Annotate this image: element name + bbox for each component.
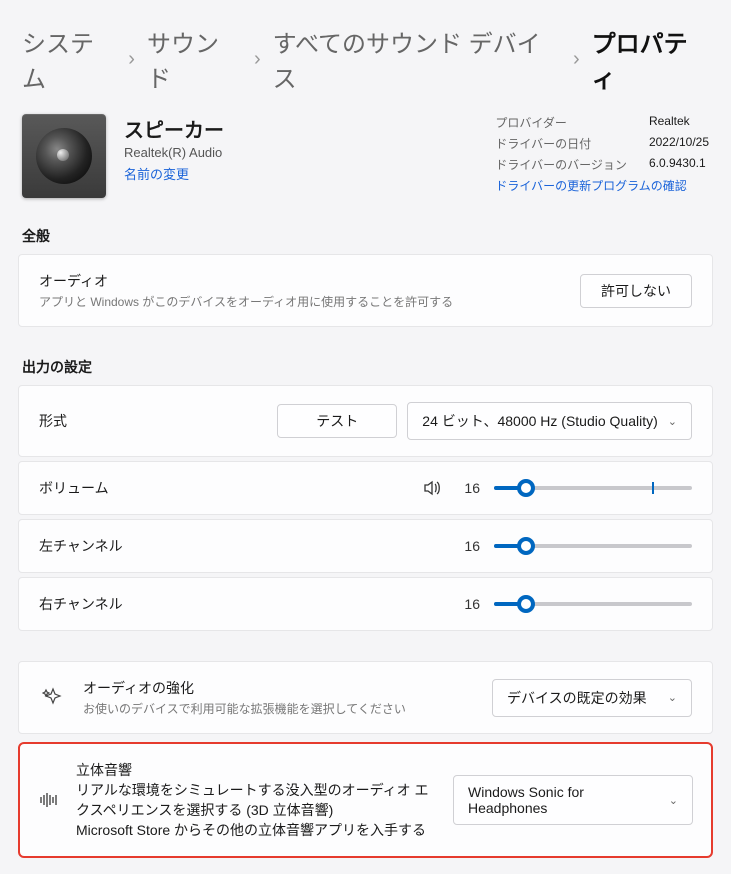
format-dropdown[interactable]: 24 ビット、48000 Hz (Studio Quality) ⌄ bbox=[407, 402, 692, 440]
spatial-dropdown[interactable]: Windows Sonic for Headphones ⌄ bbox=[453, 775, 693, 825]
spatial-store-link[interactable]: Microsoft Store からその他の立体音響アプリを入手する bbox=[76, 822, 426, 838]
spatial-desc: リアルな環境をシミュレートする没入型のオーディオ エクスペリエンスを選択する (… bbox=[76, 780, 437, 820]
chevron-down-icon: ⌄ bbox=[669, 794, 678, 807]
sparkle-icon bbox=[39, 687, 67, 709]
driver-version-label: ドライバーのバージョン bbox=[495, 156, 627, 173]
driver-update-link[interactable]: ドライバーの更新プログラムの確認 bbox=[495, 177, 709, 194]
crumb-all-devices[interactable]: すべてのサウンド デバイス bbox=[273, 24, 561, 94]
section-output-heading: 出力の設定 bbox=[0, 357, 731, 385]
format-card: 形式 テスト 24 ビット、48000 Hz (Studio Quality) … bbox=[18, 385, 713, 457]
breadcrumb: システム › サウンド › すべてのサウンド デバイス › プロパティ bbox=[0, 0, 731, 114]
left-channel-value: 16 bbox=[456, 538, 480, 554]
enhancement-value: デバイスの既定の効果 bbox=[507, 688, 647, 708]
format-label: 形式 bbox=[39, 411, 261, 431]
speaker-icon bbox=[22, 114, 106, 198]
spatial-title: 立体音響 bbox=[76, 760, 437, 780]
device-name: スピーカー bbox=[124, 114, 477, 143]
right-channel-card: 右チャンネル 16 bbox=[18, 577, 713, 631]
crumb-properties: プロパティ bbox=[592, 24, 709, 94]
enhancement-desc: お使いのデバイスで利用可能な拡張機能を選択してください bbox=[83, 700, 476, 717]
audio-permission-card: オーディオ アプリと Windows がこのデバイスをオーディオ用に使用すること… bbox=[18, 254, 713, 327]
volume-slider[interactable] bbox=[494, 486, 692, 490]
driver-date-value: 2022/10/25 bbox=[649, 135, 709, 152]
audio-desc: アプリと Windows がこのデバイスをオーディオ用に使用することを許可する bbox=[39, 293, 564, 310]
spatial-sound-card: 立体音響 リアルな環境をシミュレートする没入型のオーディオ エクスペリエンスを選… bbox=[18, 742, 713, 858]
chevron-right-icon: › bbox=[573, 48, 580, 71]
chevron-right-icon: › bbox=[128, 48, 135, 71]
driver-date-label: ドライバーの日付 bbox=[495, 135, 627, 152]
volume-card: ボリューム 16 bbox=[18, 461, 713, 515]
provider-label: プロバイダー bbox=[495, 114, 627, 131]
right-channel-slider[interactable] bbox=[494, 602, 692, 606]
disallow-button[interactable]: 許可しない bbox=[580, 274, 692, 308]
test-button[interactable]: テスト bbox=[277, 404, 397, 438]
spatial-value: Windows Sonic for Headphones bbox=[468, 784, 659, 816]
volume-icon[interactable] bbox=[422, 478, 442, 498]
chevron-down-icon: ⌄ bbox=[668, 415, 677, 428]
provider-value: Realtek bbox=[649, 114, 709, 131]
device-subtitle: Realtek(R) Audio bbox=[124, 145, 477, 160]
audio-enhancement-card: オーディオの強化 お使いのデバイスで利用可能な拡張機能を選択してください デバイ… bbox=[18, 661, 713, 734]
volume-value: 16 bbox=[456, 480, 480, 496]
left-channel-label: 左チャンネル bbox=[39, 536, 440, 556]
driver-version-value: 6.0.9430.1 bbox=[649, 156, 709, 173]
crumb-sound[interactable]: サウンド bbox=[147, 24, 242, 94]
chevron-right-icon: › bbox=[254, 48, 261, 71]
left-channel-card: 左チャンネル 16 bbox=[18, 519, 713, 573]
enhancement-dropdown[interactable]: デバイスの既定の効果 ⌄ bbox=[492, 679, 692, 717]
left-channel-slider[interactable] bbox=[494, 544, 692, 548]
format-value: 24 ビット、48000 Hz (Studio Quality) bbox=[422, 411, 658, 431]
volume-label: ボリューム bbox=[39, 478, 406, 498]
right-channel-value: 16 bbox=[456, 596, 480, 612]
crumb-system[interactable]: システム bbox=[22, 24, 116, 94]
device-header: スピーカー Realtek(R) Audio 名前の変更 プロバイダー Real… bbox=[0, 114, 731, 226]
enhancement-title: オーディオの強化 bbox=[83, 678, 476, 698]
device-info: プロバイダー Realtek ドライバーの日付 2022/10/25 ドライバー… bbox=[495, 114, 709, 194]
section-general-heading: 全般 bbox=[0, 226, 731, 254]
chevron-down-icon: ⌄ bbox=[668, 691, 677, 704]
rename-link[interactable]: 名前の変更 bbox=[124, 164, 477, 183]
right-channel-label: 右チャンネル bbox=[39, 594, 440, 614]
audio-title: オーディオ bbox=[39, 271, 564, 291]
spatial-sound-icon bbox=[38, 789, 60, 811]
